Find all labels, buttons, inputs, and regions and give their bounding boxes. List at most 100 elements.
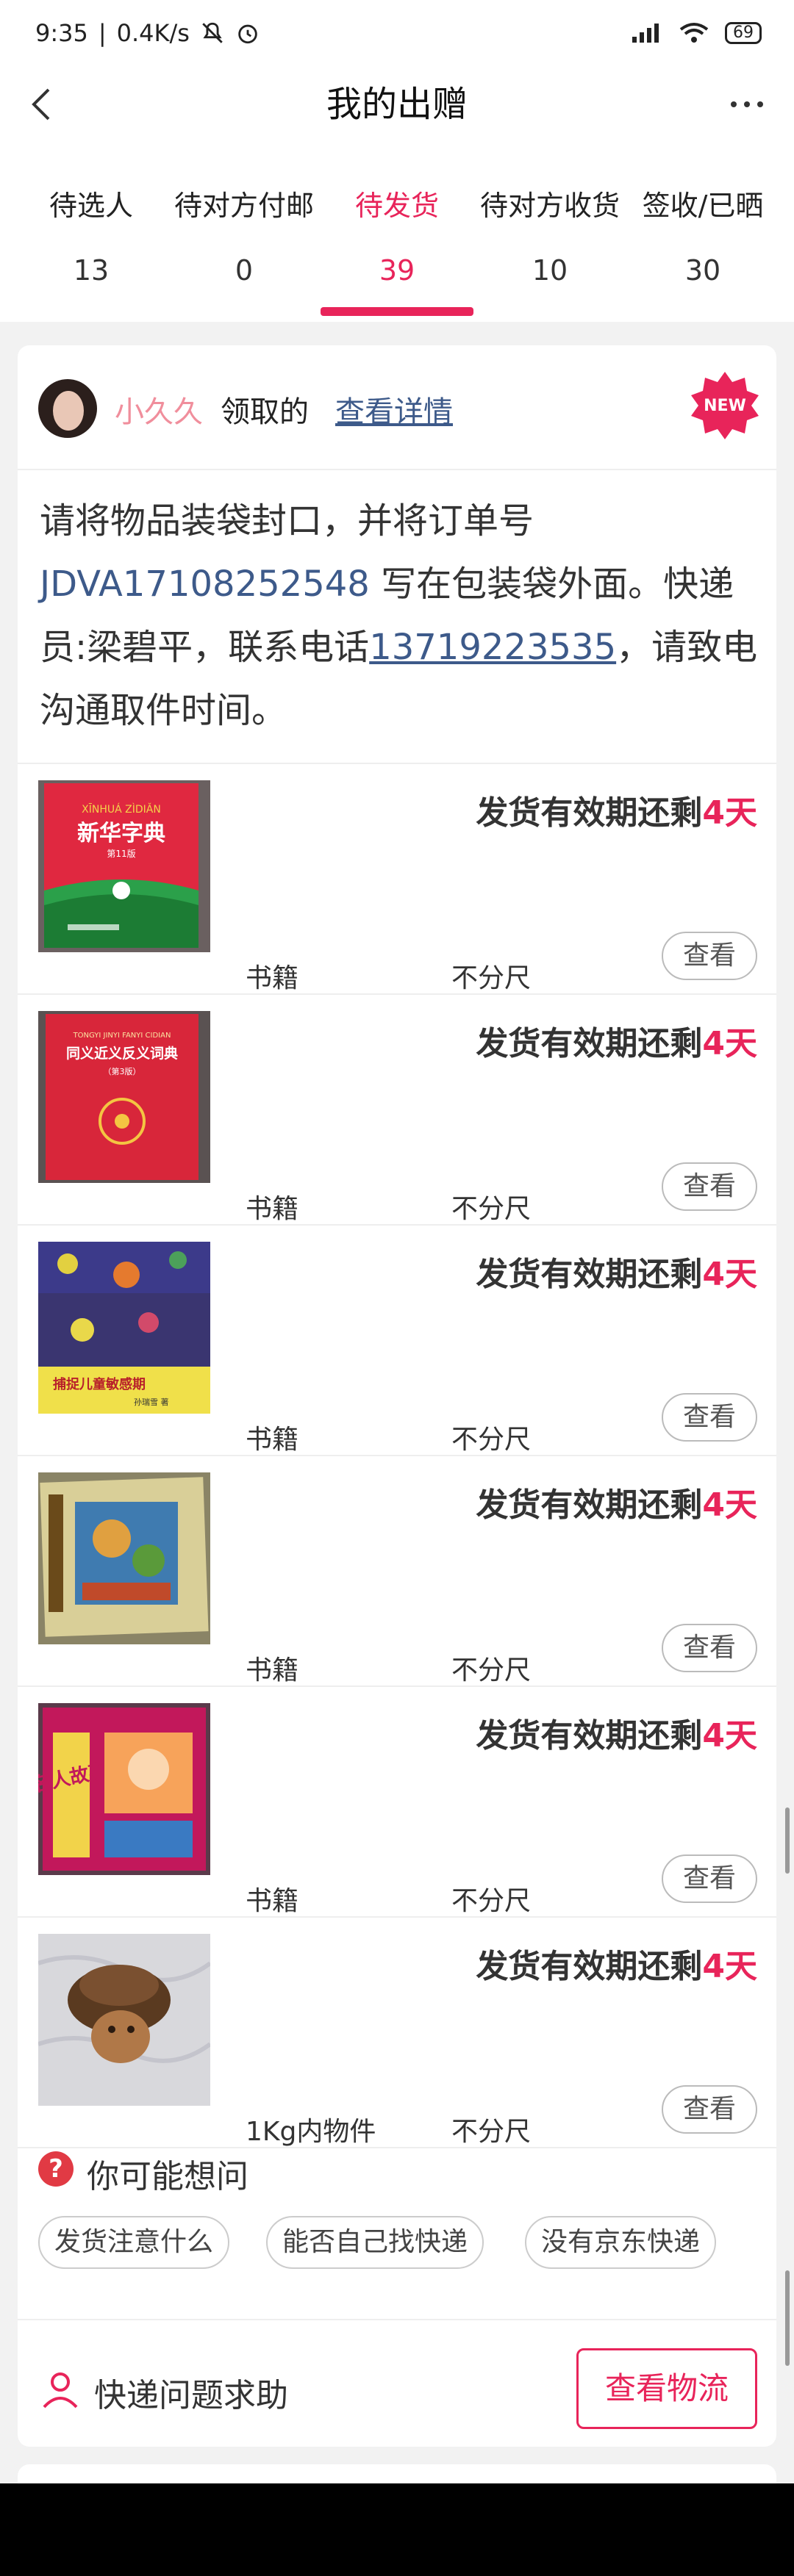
item-thumbnail[interactable] [38, 1934, 210, 2106]
navigation-bar: 我的出赠 [0, 66, 794, 143]
shipping-deadline: 发货有效期还剩4天 [476, 1478, 757, 1525]
faq-chip-shipping-notes[interactable]: 发货注意什么 [38, 2216, 230, 2269]
item-size: 不分尺 [451, 1886, 532, 1916]
receiver-name[interactable]: 小久久 [115, 388, 203, 431]
status-divider: | [98, 19, 107, 47]
item-row: XĪNHUÁ ZÌDIǍN 新华字典 第11版 发货有效期还剩4天 书籍 不分尺… [18, 764, 776, 995]
svg-text:第11版: 第11版 [107, 849, 135, 859]
alarm-icon [238, 24, 257, 44]
tab-count: 30 [684, 254, 721, 287]
battery-icon: 69 [725, 22, 762, 44]
item-category: 书籍 [246, 1194, 299, 1224]
deadline-label: 发货有效期还剩 [476, 1256, 703, 1293]
deadline-days: 4天 [702, 1025, 757, 1062]
status-left: 9:35 | 0.4K/s [35, 19, 260, 47]
svg-text:孙瑞雪 著: 孙瑞雪 著 [134, 1397, 169, 1407]
svg-text:同义近义反义词典: 同义近义反义词典 [66, 1045, 178, 1062]
signal-icon [632, 24, 659, 43]
avatar[interactable] [38, 379, 97, 438]
faq-chip-own-courier[interactable]: 能否自己找快递 [266, 2216, 484, 2269]
order-card: 小久久 领取的 查看详情 NEW 请将物品装袋封口，并将订单号 JDVA1710… [18, 345, 776, 2447]
deadline-label: 发货有效期还剩 [476, 1486, 703, 1524]
item-size: 不分尺 [451, 1655, 532, 1685]
view-details-link[interactable]: 查看详情 [335, 388, 453, 431]
status-time: 9:35 [35, 19, 88, 47]
tab-count: 0 [235, 254, 254, 287]
view-button[interactable]: 查看 [662, 932, 757, 980]
shipping-deadline: 发货有效期还剩4天 [476, 1248, 757, 1295]
item-row: 发货有效期还剩4天 书籍 不分尺 查看 [18, 1456, 776, 1687]
notice-text-1: 请将物品装袋封口，并将订单号 [40, 500, 534, 542]
item-thumbnail[interactable]: 名人故事 [38, 1703, 210, 1875]
deadline-label: 发货有效期还剩 [476, 1948, 703, 1985]
tab-count: 13 [73, 254, 110, 287]
item-row: TONGYI JINYI FANYI CIDIAN 同义近义反义词典 （第3版）… [18, 995, 776, 1226]
item-size: 不分尺 [451, 1425, 532, 1455]
order-number: JDVA17108252548 [40, 564, 370, 605]
more-options-icon[interactable] [725, 82, 769, 126]
svg-text:（第3版）: （第3版） [104, 1066, 141, 1076]
item-category: 书籍 [246, 1425, 299, 1455]
courier-phone-link[interactable]: 13719223535 [369, 627, 616, 668]
view-logistics-button[interactable]: 查看物流 [576, 2348, 757, 2429]
view-button[interactable]: 查看 [662, 1624, 757, 1672]
scrollbar[interactable] [785, 2270, 790, 2366]
item-thumbnail[interactable] [38, 1472, 210, 1644]
active-tab-indicator [321, 307, 473, 316]
faq-title: 你可能想问 [87, 2158, 248, 2195]
question-icon: ? [38, 2151, 74, 2187]
shipping-deadline: 发货有效期还剩4天 [476, 1017, 757, 1064]
tab-count: 39 [379, 254, 415, 287]
view-button[interactable]: 查看 [662, 1162, 757, 1211]
status-speed: 0.4K/s [116, 19, 190, 47]
tab-label: 待对方收货 [479, 190, 620, 222]
tab-label: 待选人 [49, 190, 133, 222]
svg-text:XĪNHUÁ ZÌDIǍN: XĪNHUÁ ZÌDIǍN [82, 802, 161, 816]
deadline-label: 发货有效期还剩 [476, 794, 703, 832]
person-icon [43, 2372, 78, 2408]
faq-chip-no-jd-express[interactable]: 没有京东快递 [525, 2216, 717, 2269]
tab-pending-postage[interactable]: 待对方付邮 0 [168, 187, 321, 289]
svg-text:捕捉儿童敏感期: 捕捉儿童敏感期 [53, 1376, 146, 1392]
deadline-days: 4天 [702, 1256, 757, 1293]
deadline-days: 4天 [702, 1717, 757, 1755]
tab-label: 待发货 [354, 190, 439, 222]
item-category: 书籍 [246, 963, 299, 993]
claim-text: 领取的 [221, 395, 309, 429]
item-thumbnail[interactable]: 捕捉儿童敏感期 孙瑞雪 著 [38, 1242, 210, 1414]
new-badge-text: NEW [704, 397, 746, 415]
tab-received[interactable]: 签收/已晒 30 [626, 187, 779, 289]
card-header: 小久久 领取的 查看详情 NEW [18, 345, 776, 470]
scrollbar[interactable] [785, 1807, 790, 1874]
shipping-notice: 请将物品装袋封口，并将订单号 JDVA17108252548 写在包装袋外面。快… [40, 489, 768, 742]
svg-text:TONGYI JINYI FANYI CIDIAN: TONGYI JINYI FANYI CIDIAN [73, 1032, 171, 1040]
mute-icon [202, 22, 223, 43]
tab-pending-shipment[interactable]: 待发货 39 [321, 187, 473, 289]
item-thumbnail[interactable]: TONGYI JINYI FANYI CIDIAN 同义近义反义词典 （第3版） [38, 1011, 210, 1183]
deadline-label: 发货有效期还剩 [476, 1025, 703, 1062]
svg-text:新华字典: 新华字典 [77, 821, 165, 846]
item-row: 名人故事 发货有效期还剩4天 书籍 不分尺 查看 [18, 1687, 776, 1918]
page-title: 我的出赠 [326, 84, 468, 125]
tab-pending-receipt[interactable]: 待对方收货 10 [473, 187, 626, 289]
item-row: 发货有效期还剩4天 1Kg内物件 不分尺 查看 [18, 1918, 776, 2148]
item-size: 不分尺 [451, 963, 532, 993]
faq-section: ? 你可能想问 发货注意什么 能否自己找快递 没有京东快递 [18, 2126, 776, 2320]
tab-label: 签收/已晒 [642, 190, 764, 222]
new-badge-icon: NEW [691, 372, 759, 439]
shipping-deadline: 发货有效期还剩4天 [476, 786, 757, 833]
shipping-deadline: 发货有效期还剩4天 [476, 1709, 757, 1756]
item-size: 不分尺 [451, 1194, 532, 1224]
status-bar: 9:35 | 0.4K/s 69 [0, 0, 794, 66]
deadline-label: 发货有效期还剩 [476, 1717, 703, 1755]
item-thumbnail[interactable]: XĪNHUÁ ZÌDIǍN 新华字典 第11版 [38, 780, 210, 952]
view-button[interactable]: 查看 [662, 1393, 757, 1442]
tab-pending-selection[interactable]: 待选人 13 [15, 187, 168, 289]
status-tabs: 待选人 13 待对方付邮 0 待发货 39 待对方收货 10 签收/已晒 30 [0, 143, 794, 322]
view-button[interactable]: 查看 [662, 1854, 757, 1903]
tab-count: 10 [532, 254, 568, 287]
deadline-days: 4天 [702, 1486, 757, 1524]
tab-label: 待对方付邮 [174, 190, 314, 222]
courier-help-text[interactable]: 快递问题求助 [94, 2369, 288, 2416]
item-category: 书籍 [246, 1886, 299, 1916]
